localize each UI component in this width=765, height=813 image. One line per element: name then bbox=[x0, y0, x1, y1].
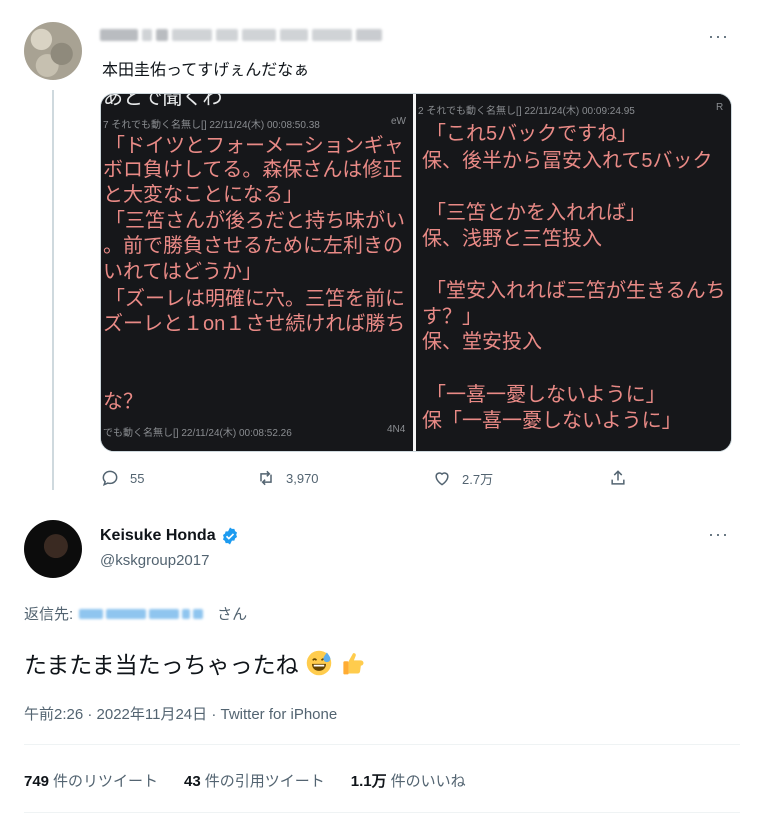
retweets-stat[interactable]: 749 件のリツイート bbox=[24, 770, 158, 791]
blurred-reply-username[interactable] bbox=[79, 608, 204, 619]
quote-line: 保「一喜一憂しないように」 bbox=[422, 410, 682, 432]
quote-line: 保、浅野と三笘投入 bbox=[422, 228, 602, 250]
retweet-icon bbox=[260, 470, 272, 486]
quote-line: いれてはどうか」 bbox=[103, 261, 262, 283]
reply-count: 55 bbox=[130, 470, 145, 486]
honda-avatar[interactable] bbox=[24, 520, 82, 578]
retweets-label: 件のリツイート bbox=[53, 773, 159, 790]
user-avatar[interactable] bbox=[24, 22, 82, 80]
post-meta: 2 それでも動く名無し[] 22/11/24(木) 00:09:24.95 bbox=[418, 106, 635, 117]
retweets-count: 749 bbox=[24, 773, 50, 790]
post-id: eW bbox=[391, 116, 406, 127]
tweet-text: 本田圭佑ってすげぇんだなぁ bbox=[102, 62, 310, 79]
quote-line: 「ズーレは明確に穴。三笘を前に bbox=[105, 288, 405, 310]
share-button[interactable] bbox=[608, 468, 628, 488]
quote-line: 「三笘さんが後ろだと持ち味がい bbox=[105, 210, 405, 232]
heart-icon bbox=[435, 472, 449, 486]
cut-off-line: あとで聞くわ bbox=[103, 94, 223, 109]
reply-to-suffix: さん bbox=[217, 606, 248, 623]
quotes-label: 件の引用ツイート bbox=[204, 773, 325, 790]
thread-connector bbox=[52, 90, 54, 490]
quote-line: 「三笘とかを入れれば」 bbox=[426, 202, 646, 224]
post-meta: 7 それでも動く名無し[] 22/11/24(木) 00:08:50.38 bbox=[103, 120, 320, 131]
blurred-username[interactable] bbox=[100, 26, 382, 44]
display-name[interactable]: Keisuke Honda bbox=[100, 526, 240, 546]
post-id: 4N4 bbox=[387, 424, 406, 435]
sweat-smile-emoji-icon bbox=[306, 650, 331, 676]
post-id: R bbox=[716, 102, 724, 113]
quote-line: 「一喜一憂しないように」 bbox=[426, 384, 666, 406]
reply-to-line: 返信先: さん bbox=[24, 603, 247, 624]
quote-line: す？」 bbox=[422, 306, 482, 328]
likes-count: 1.1万 bbox=[350, 773, 387, 790]
quotes-count: 43 bbox=[184, 773, 201, 790]
quote-line: な？ bbox=[103, 391, 143, 413]
retweet-button[interactable]: 3,970 bbox=[256, 468, 319, 488]
retweet-count: 3,970 bbox=[286, 470, 319, 486]
quote-line: ボロ負けしてる。森保さんは修正 bbox=[103, 159, 403, 181]
more-options-icon[interactable]: ··· bbox=[708, 26, 729, 47]
quote-line: と大変なことになる」 bbox=[103, 184, 303, 206]
quote-line: ズーレと１on１させ続ければ勝ち bbox=[103, 313, 406, 335]
quote-line: 。前で勝負させるために左利きの bbox=[103, 235, 403, 257]
quote-line: 保、後半から冨安入れて5バック bbox=[422, 150, 713, 172]
quotes-stat[interactable]: 43 件の引用ツイート bbox=[184, 770, 325, 791]
divider bbox=[24, 744, 740, 745]
like-button[interactable]: 2.7万 bbox=[432, 468, 493, 488]
screenshot-image-right[interactable]: 2 それでも動く名無し[] 22/11/24(木) 00:09:24.95 R … bbox=[416, 94, 731, 451]
screenshot-image-left[interactable]: あとで聞くわ 7 それでも動く名無し[] 22/11/24(木) 00:08:5… bbox=[101, 94, 413, 451]
user-handle[interactable]: @kskgroup2017 bbox=[100, 552, 209, 569]
share-icon bbox=[611, 470, 625, 485]
thumbs-up-emoji-icon bbox=[343, 653, 364, 675]
tweet-timestamp[interactable]: 午前2:26 · 2022年11月24日 · Twitter for iPhon… bbox=[24, 703, 337, 724]
post-meta: でも動く名無し[] 22/11/24(木) 00:08:52.26 bbox=[103, 428, 292, 439]
likes-label: 件のいいね bbox=[390, 773, 466, 790]
quote-line: 「ドイツとフォーメーションギャ bbox=[105, 135, 404, 157]
display-name-text[interactable]: Keisuke Honda bbox=[100, 527, 216, 545]
engagement-stats: 749 件のリツイート 43 件の引用ツイート 1.1万 件のいいね bbox=[24, 770, 466, 791]
verified-badge-icon bbox=[222, 527, 237, 545]
more-options-icon[interactable]: ··· bbox=[708, 524, 729, 545]
quote-line: 保、堂安投入 bbox=[422, 331, 542, 353]
likes-stat[interactable]: 1.1万 件のいいね bbox=[351, 770, 466, 791]
main-tweet-text-content: たまたま当たっちゃったね bbox=[24, 652, 299, 678]
main-tweet-text: たまたま当たっちゃったね bbox=[24, 646, 367, 680]
like-count: 2.7万 bbox=[462, 471, 494, 487]
quote-line: 「これ5バックですね」 bbox=[426, 123, 638, 145]
tweet-media[interactable]: あとで聞くわ 7 それでも動く名無し[] 22/11/24(木) 00:08:5… bbox=[100, 93, 732, 452]
reply-icon bbox=[102, 470, 118, 487]
reply-button[interactable]: 55 bbox=[100, 468, 144, 488]
reply-to-label: 返信先: bbox=[24, 606, 74, 623]
quote-line: 「堂安入れれば三笘が生きるんち bbox=[426, 280, 726, 302]
